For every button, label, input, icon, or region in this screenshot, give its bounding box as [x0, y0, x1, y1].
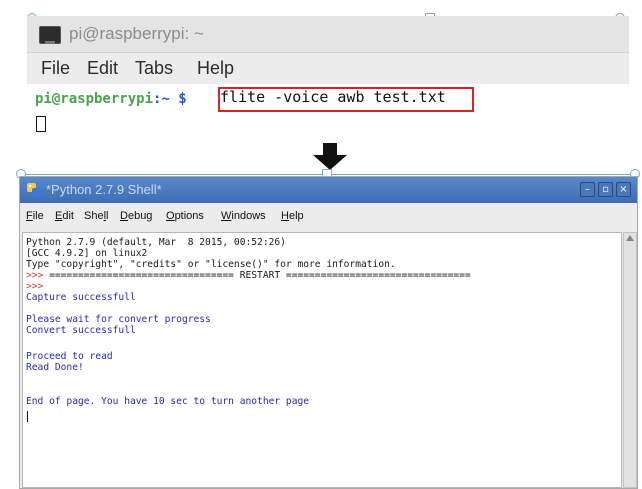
shell-output-line: Capture successfull [26, 292, 136, 303]
shell-menu-help[interactable]: Help [281, 210, 304, 222]
shell-titlebar[interactable]: *Python 2.7.9 Shell* – ▫ × [20, 177, 637, 203]
menu-label: ile [32, 210, 44, 222]
python-shell-window: *Python 2.7.9 Shell* – ▫ × File Edit She… [19, 176, 638, 489]
shell-output-line: End of page. You have 10 sec to turn ano… [26, 396, 310, 407]
menu-label: indows [231, 210, 266, 222]
menu-label: dit [62, 210, 74, 222]
menu-accel: W [221, 210, 232, 222]
terminal-menubar: File Edit Tabs Help [27, 53, 629, 83]
shell-output-line: Read Done! [26, 362, 84, 373]
terminal-icon [39, 26, 61, 44]
prompt-user: pi@raspberrypi [35, 91, 154, 107]
terminal-titlebar: pi@raspberrypi: ~ [27, 16, 629, 53]
shell-scrollbar[interactable] [623, 232, 637, 488]
restart-banner: ================================ RESTART… [49, 270, 471, 281]
menu-edit[interactable]: Edit [87, 58, 118, 79]
shell-menu-windows[interactable]: Windows [221, 210, 266, 222]
menu-label: ebug [127, 210, 153, 222]
terminal-body[interactable]: pi@raspberrypi:~ $ flite -voice awb test… [27, 84, 629, 140]
down-arrow-icon [313, 143, 347, 170]
shell-menu-debug[interactable]: Debug [120, 210, 152, 222]
terminal-cursor [36, 116, 46, 132]
maximize-button[interactable]: ▫ [598, 182, 613, 197]
menu-label: ptions [174, 210, 204, 222]
shell-output-line: Please wait for convert progress [26, 314, 211, 325]
shell-line: Type "copyright", "credits" or "license(… [26, 259, 396, 270]
menu-label: l [106, 210, 109, 222]
shell-menu-file[interactable]: File [26, 210, 44, 222]
python-idle-icon [27, 183, 41, 197]
shell-output-line: Proceed to read [26, 351, 113, 362]
menu-label: elp [288, 210, 304, 222]
shell-line: [GCC 4.9.2] on linux2 [26, 248, 148, 259]
shell-title: *Python 2.7.9 Shell* [46, 182, 162, 197]
menu-file[interactable]: File [41, 58, 70, 79]
menu-accel: H [281, 210, 289, 222]
menu-accel: O [166, 210, 175, 222]
terminal-prompt: pi@raspberrypi:~ $ [35, 91, 187, 107]
shell-line-restart: >>> ================================ RES… [26, 270, 471, 281]
minimize-button[interactable]: – [580, 182, 595, 197]
menu-help[interactable]: Help [197, 58, 234, 79]
shell-line: Python 2.7.9 (default, Mar 8 2015, 00:52… [26, 237, 286, 248]
menu-label: She [84, 210, 104, 222]
shell-menu-options[interactable]: Options [166, 210, 204, 222]
shell-menu-edit[interactable]: Edit [55, 210, 74, 222]
shell-output-line: Convert successfull [26, 325, 136, 336]
close-button[interactable]: × [616, 182, 631, 197]
terminal-title: pi@raspberrypi: ~ [69, 24, 204, 43]
shell-text-area[interactable]: Python 2.7.9 (default, Mar 8 2015, 00:52… [22, 232, 622, 488]
terminal-window: pi@raspberrypi: ~ File Edit Tabs Help pi… [27, 16, 629, 140]
scroll-up-arrow-icon[interactable] [626, 235, 634, 241]
menu-accel: F [26, 210, 33, 222]
shell-prompt: >>> [26, 270, 50, 281]
shell-menubar: File Edit Shell Debug Options Windows He… [20, 205, 637, 227]
shell-menu-shell[interactable]: Shell [84, 210, 108, 222]
shell-prompt: >>> [26, 281, 50, 292]
terminal-command: flite -voice awb test.txt [220, 88, 446, 106]
prompt-path: :~ $ [153, 91, 187, 107]
menu-tabs[interactable]: Tabs [135, 58, 173, 79]
shell-text-cursor [27, 411, 28, 422]
menu-accel: D [120, 210, 128, 222]
